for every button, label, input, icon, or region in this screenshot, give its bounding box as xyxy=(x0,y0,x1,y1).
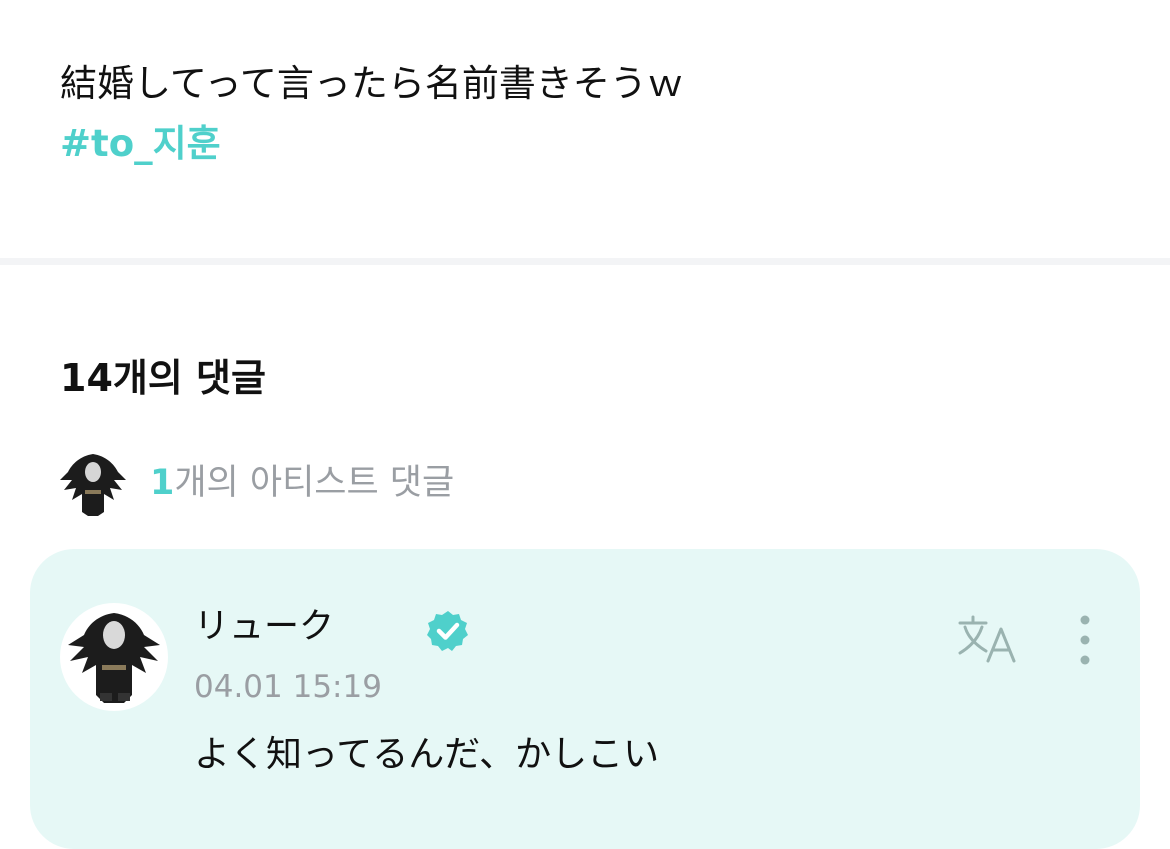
avatar[interactable] xyxy=(60,603,168,711)
commenter-avatar-image xyxy=(68,613,160,703)
artist-comments-text: 개의 아티스트 댓글 xyxy=(174,463,455,503)
post-content: 結婚してって言ったら名前書きそうｗ #to_지훈 xyxy=(0,0,1170,258)
comment-author-name[interactable]: リューク xyxy=(194,603,334,651)
artist-comments-label: 1개의 아티스트 댓글 xyxy=(150,456,454,510)
artist-comments-count: 1 xyxy=(150,463,175,503)
post-hashtag[interactable]: #to_지훈 xyxy=(60,118,221,170)
artist-comments-toggle[interactable]: 1개의 아티스트 댓글 xyxy=(56,448,656,520)
verified-badge-icon xyxy=(427,611,468,651)
comments-count-heading: 14개의 댓글 xyxy=(60,356,266,400)
more-vertical-icon[interactable] xyxy=(1070,613,1100,669)
post-text: 結婚してって言ったら名前書きそうｗ xyxy=(60,62,684,105)
section-divider xyxy=(0,258,1170,265)
comment-timestamp: 04.01 15:19 xyxy=(194,669,382,705)
artist-avatar xyxy=(60,454,126,516)
artist-comment-card: リューク 04.01 15:19 よく知ってるんだ、かしこい xyxy=(30,549,1140,849)
comment-body: よく知ってるんだ、かしこい xyxy=(194,734,660,775)
translate-icon[interactable] xyxy=(956,613,1020,665)
